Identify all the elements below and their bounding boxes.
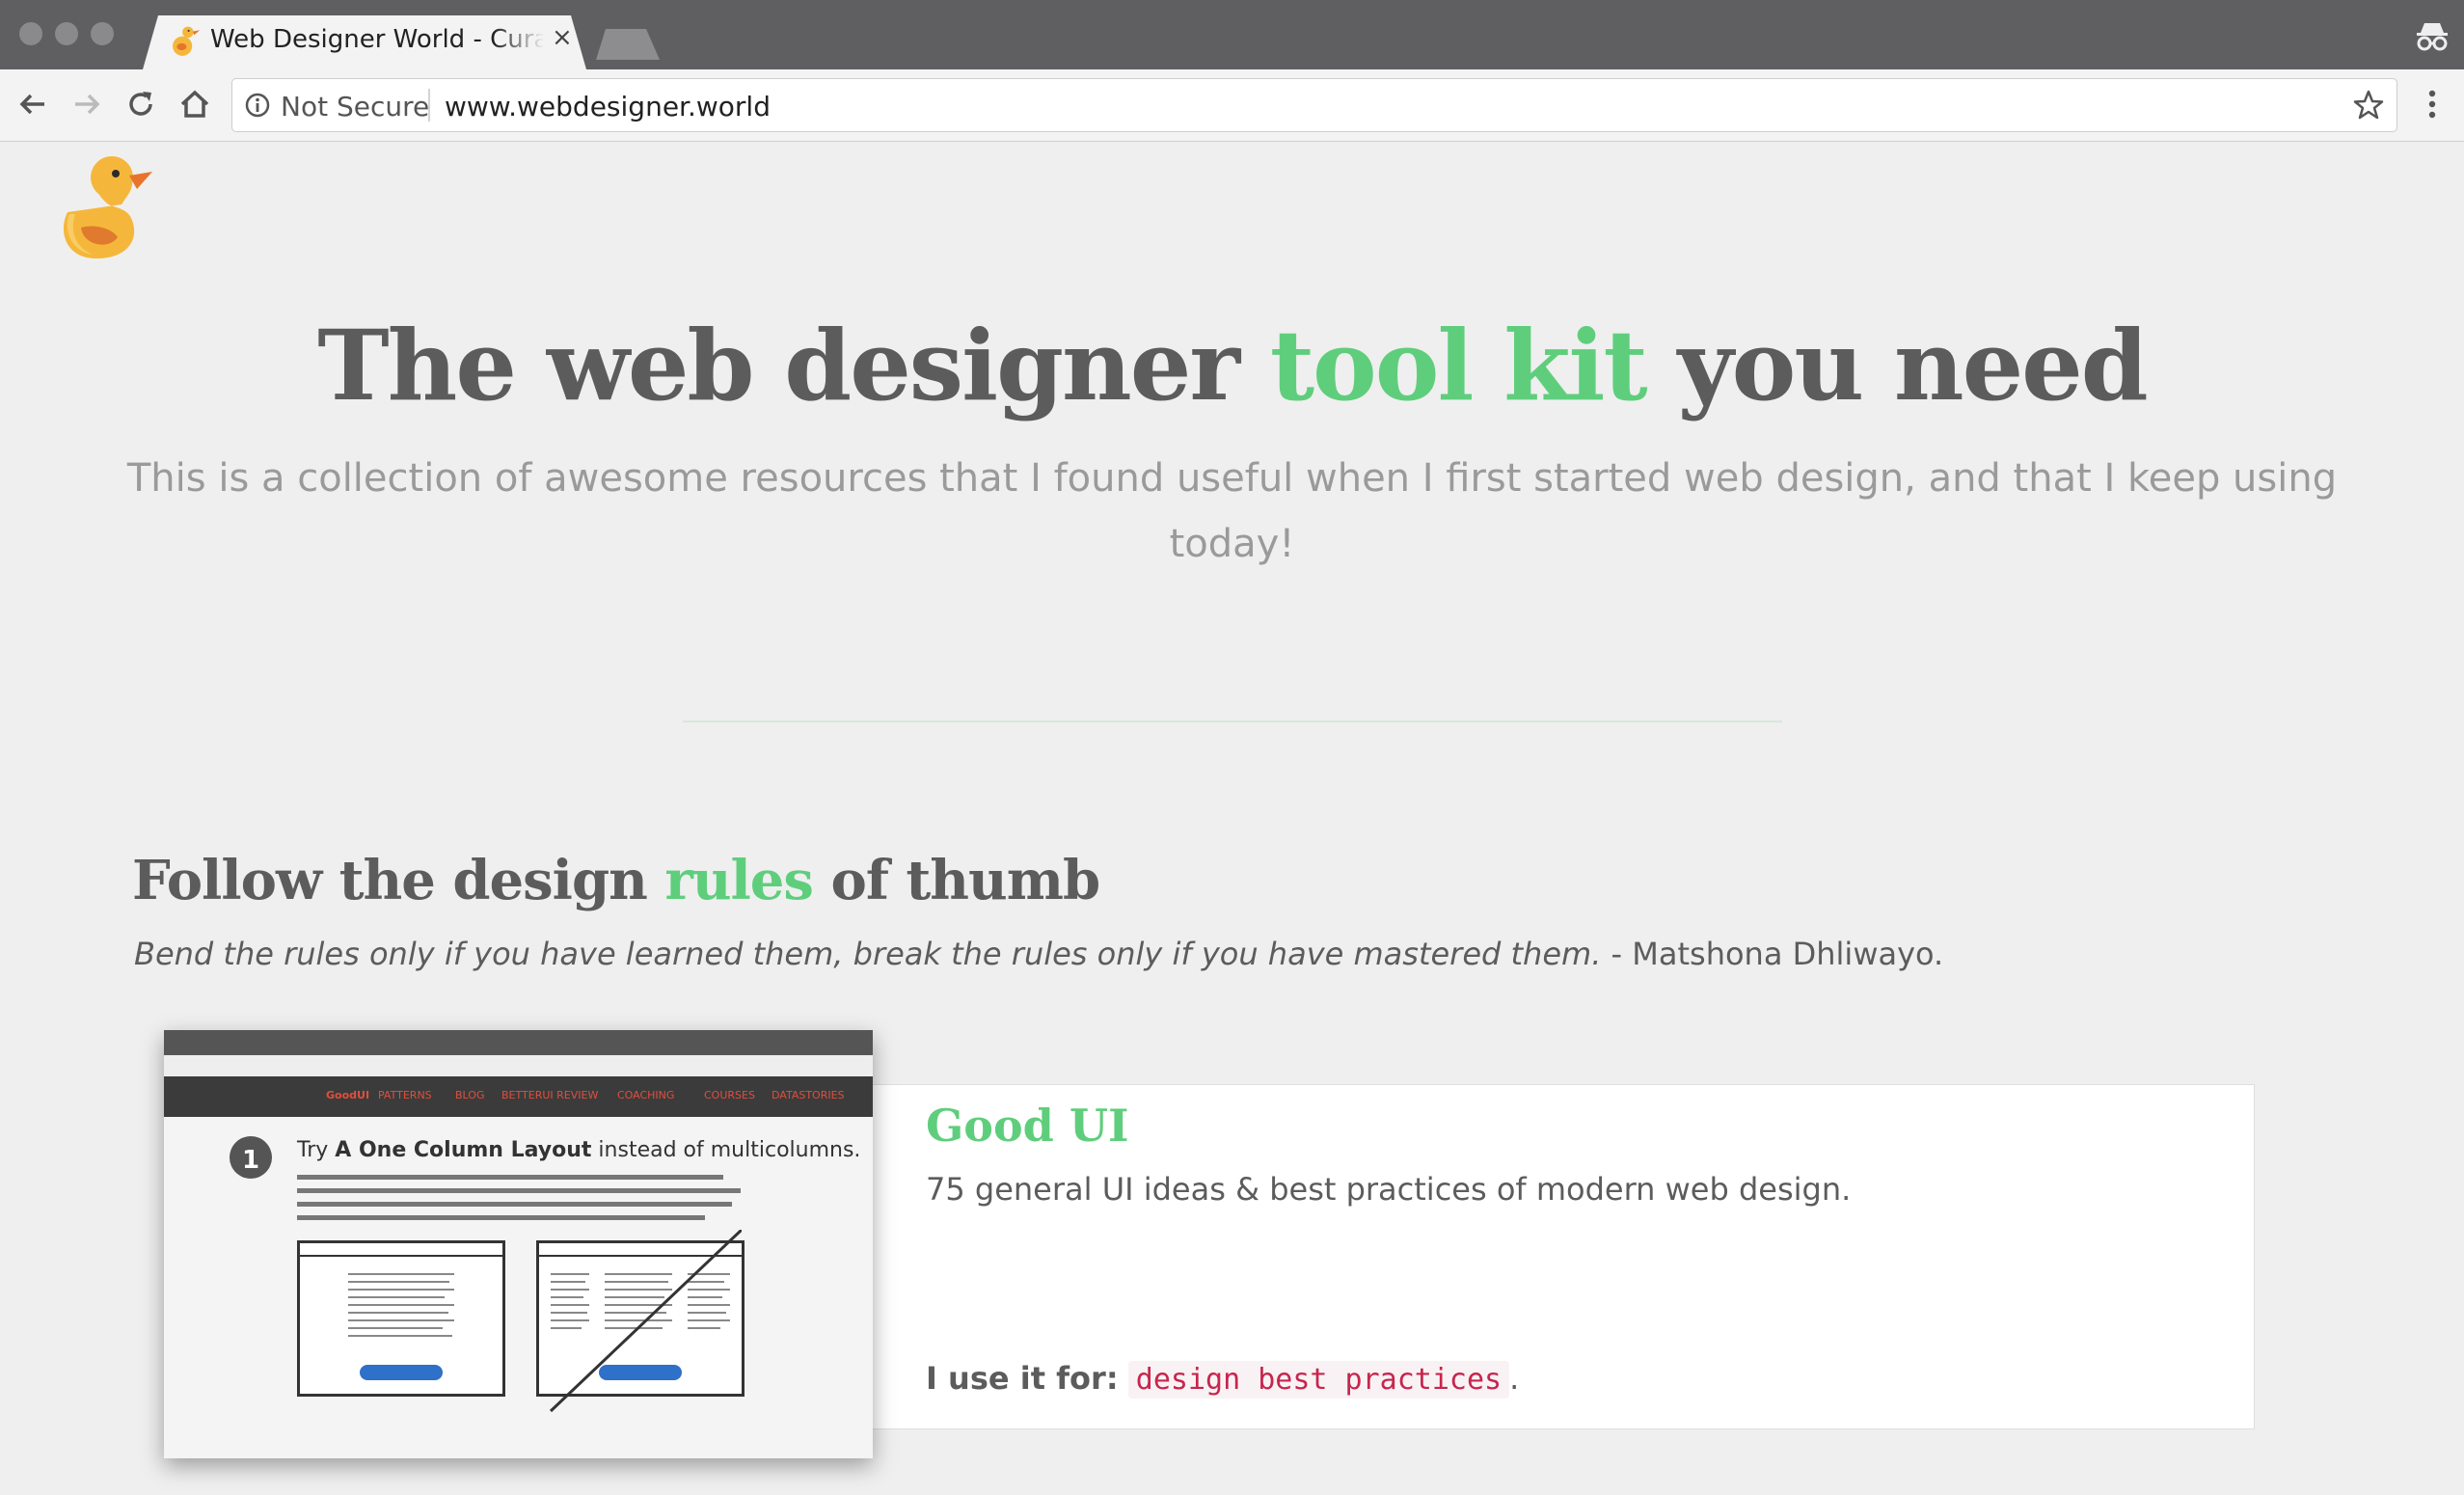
- omnibox-divider: [428, 89, 430, 122]
- security-label[interactable]: Not Secure: [281, 91, 429, 122]
- new-tab-button[interactable]: [596, 29, 660, 60]
- browser-toolbar: Not Secure www.webdesigner.world: [0, 69, 2464, 142]
- section-title-suffix: of thumb: [812, 849, 1100, 912]
- thumb-nav-item: BETTERUI REVIEW: [501, 1089, 599, 1101]
- close-window-button[interactable]: [19, 22, 42, 45]
- browser-titlebar: Web Designer World - Curated ×: [0, 0, 2464, 69]
- thumb-heading-prefix: Try: [297, 1138, 336, 1162]
- address-bar[interactable]: Not Secure www.webdesigner.world: [231, 78, 2397, 132]
- thumb-cta-button: [360, 1365, 443, 1380]
- section-quote: Bend the rules only if you have learned …: [134, 936, 1943, 972]
- quote-author: - Matshona Dhliwayo.: [1601, 936, 1944, 972]
- usage-label: I use it for:: [926, 1360, 1119, 1397]
- thumb-text-lines: [348, 1273, 454, 1337]
- thumb-browser-toolbar: [164, 1055, 873, 1077]
- thumb-nav-item: BLOG: [455, 1089, 485, 1101]
- thumb-one-column-sketch: [297, 1240, 505, 1397]
- quote-text: Bend the rules only if you have learned …: [134, 936, 1602, 972]
- section-title: Follow the design rules of thumb: [132, 849, 1100, 912]
- tab-close-icon[interactable]: ×: [552, 23, 573, 52]
- section-divider: [683, 720, 1782, 722]
- duck-logo-icon[interactable]: [54, 154, 156, 262]
- thumb-brand: GoodUI: [326, 1089, 370, 1101]
- forward-arrow-icon[interactable]: [68, 85, 106, 123]
- thumb-paragraph: [297, 1175, 741, 1229]
- usage-tag: design best practices: [1127, 1361, 1510, 1399]
- thumb-nav-item: PATTERNS: [378, 1089, 432, 1101]
- incognito-icon: [2417, 23, 2448, 51]
- info-icon[interactable]: [244, 92, 271, 119]
- hero-title: The web designer tool kit you need: [0, 309, 2464, 422]
- duck-favicon-icon: [173, 26, 201, 56]
- thumb-heading-bold: A One Column Layout: [335, 1138, 592, 1162]
- menu-icon[interactable]: [2421, 85, 2444, 123]
- star-icon[interactable]: [2352, 89, 2385, 122]
- hero-title-suffix: you need: [1645, 309, 2149, 422]
- thumb-site-nav: GoodUI PATTERNS BLOG BETTERUI REVIEW COA…: [164, 1076, 873, 1117]
- usage-suffix: .: [1509, 1360, 1520, 1397]
- resource-screenshot[interactable]: GoodUI PATTERNS BLOG BETTERUI REVIEW COA…: [164, 1030, 873, 1458]
- card-usage: I use it for: design best practices.: [926, 1360, 1520, 1399]
- card-title-link[interactable]: Good UI: [926, 1100, 1128, 1152]
- maximize-window-button[interactable]: [91, 22, 114, 45]
- section-title-prefix: Follow the design: [132, 849, 665, 912]
- back-arrow-icon[interactable]: [14, 85, 52, 123]
- thumb-strike-line: [549, 1230, 742, 1413]
- tab-title: Web Designer World - Curated: [210, 25, 544, 54]
- hero-subtitle: This is a collection of awesome resource…: [126, 456, 2338, 566]
- thumb-idea-badge: 1: [230, 1136, 272, 1179]
- minimize-window-button[interactable]: [55, 22, 78, 45]
- hero-title-accent: tool kit: [1269, 309, 1648, 422]
- thumb-nav-item: COACHING: [617, 1089, 675, 1101]
- hero-title-prefix: The web designer: [317, 309, 1270, 422]
- thumb-multi-column-sketch: [536, 1230, 745, 1413]
- thumb-nav-item: DATASTORIES: [772, 1089, 845, 1101]
- home-icon[interactable]: [176, 85, 214, 123]
- url-text[interactable]: www.webdesigner.world: [445, 91, 771, 122]
- section-title-accent: rules: [664, 849, 814, 912]
- thumb-browser-chrome: [164, 1030, 873, 1055]
- thumb-heading-suffix: instead of multicolumns.: [591, 1138, 861, 1162]
- card-description: 75 general UI ideas & best practices of …: [926, 1171, 1852, 1208]
- thumb-heading: Try A One Column Layout instead of multi…: [297, 1138, 860, 1162]
- reload-icon[interactable]: [122, 85, 160, 123]
- thumb-nav-item: COURSES: [704, 1089, 755, 1101]
